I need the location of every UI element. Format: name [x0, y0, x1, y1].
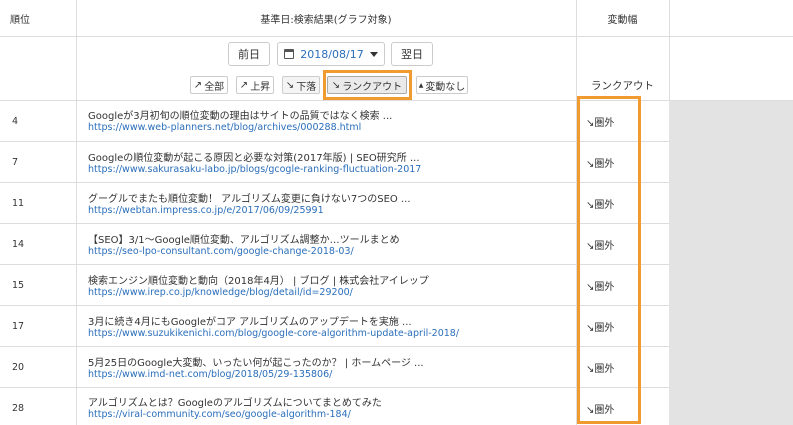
result-url[interactable]: https://www.irep.co.jp/knowledge/blog/de… [88, 287, 353, 298]
table-row: 11 グーグルでまたも順位変動！ アルゴリズム変更に負けない7つのSEO ...… [0, 182, 669, 223]
result-title: Googleが3月初旬の順位変動の理由はサイトの品質ではなく検索 ... [88, 111, 393, 122]
table-row: 14 【SEO】3/1〜Google順位変動、アルゴリズム調整か…ツールまとめ … [0, 223, 669, 264]
rankout-highlight-box [323, 70, 412, 100]
header-base-date: 基準日:検索結果(グラフ対象) [260, 14, 392, 26]
empty-area [669, 100, 793, 425]
result-title: 3月に続き4月にもGoogleがコア アルゴリズムのアップデートを実施 ... [88, 317, 412, 328]
header-rank: 順位 [10, 14, 30, 26]
calendar-icon [284, 49, 295, 59]
change-column-highlight-box [577, 96, 641, 424]
filter-label: 全部 [204, 81, 225, 93]
rank-value: 20 [12, 362, 25, 373]
filter-label: 変動なし [425, 81, 466, 93]
date-value: 2018/08/17 [300, 47, 364, 61]
result-url[interactable]: https://viral-community.com/seo/google-a… [88, 409, 351, 420]
change-mode-label: ランクアウト [591, 80, 654, 92]
result-url[interactable]: https://www.imd-net.com/blog/2018/05/29-… [88, 369, 332, 380]
filter-up-button[interactable]: ↗ 上昇 [236, 76, 274, 94]
filter-all-button[interactable]: ↗ 全部 [190, 76, 228, 94]
arrow-up-right-icon: ↗ [239, 79, 249, 91]
rank-value: 17 [12, 321, 25, 332]
next-day-button[interactable]: 翌日 [391, 42, 433, 66]
result-url[interactable]: https://www.web-planners.net/blog/archiv… [88, 122, 361, 133]
table-row: 28 アルゴリズムとは？Googleのアルゴリズムについてまとめてみた http… [0, 387, 669, 425]
table-row: 20 5月25日のGoogle大変動、いったい何が起こったのか？ | ホームペー… [0, 346, 669, 387]
rank-value: 14 [12, 239, 25, 250]
arrow-up-right-icon: ↗ [193, 79, 203, 91]
rank-value: 28 [12, 403, 25, 414]
result-url[interactable]: https://www.sakurasaku-labo.jp/blogs/gco… [88, 164, 421, 175]
rank-value: 4 [12, 116, 19, 127]
table-row: 7 Googleの順位変動が起こる原因と必要な対策(2017年版) | SEO研… [0, 141, 669, 182]
filter-down-button[interactable]: ↘ 下落 [282, 76, 320, 94]
filter-label: 下落 [296, 81, 317, 93]
result-title: 【SEO】3/1〜Google順位変動、アルゴリズム調整か…ツールまとめ [88, 235, 400, 246]
filter-label: 上昇 [250, 81, 271, 93]
date-picker-button[interactable]: 2018/08/17 [277, 42, 385, 66]
result-title: アルゴリズムとは？Googleのアルゴリズムについてまとめてみた [88, 398, 382, 409]
arrow-down-right-icon: ↘ [285, 79, 295, 91]
result-url[interactable]: https://www.suzukikenichi.com/blog/googl… [88, 328, 459, 339]
table-row: 4 Googleが3月初旬の順位変動の理由はサイトの品質ではなく検索 ... h… [0, 100, 669, 141]
result-title: グーグルでまたも順位変動！ アルゴリズム変更に負けない7つのSEO ... [88, 194, 411, 205]
table-row: 17 3月に続き4月にもGoogleがコア アルゴリズムのアップデートを実施 .… [0, 305, 669, 346]
rank-value: 15 [12, 280, 25, 291]
column-divider [669, 0, 670, 100]
triangle-up-icon: ▲ [418, 81, 424, 89]
result-url[interactable]: https://seo-lpo-consultant.com/google-ch… [88, 246, 354, 257]
result-title: 検索エンジン順位変動と動向（2018年4月） | ブログ | 株式会社アイレップ [88, 276, 429, 287]
prev-day-button[interactable]: 前日 [228, 42, 270, 66]
result-url[interactable]: https://webtan.impress.co.jp/e/2017/06/0… [88, 205, 324, 216]
caret-down-icon [369, 51, 378, 57]
result-title: Googleの順位変動が起こる原因と必要な対策(2017年版) | SEO研究所… [88, 153, 420, 164]
rank-value: 11 [12, 198, 25, 209]
filter-nochange-button[interactable]: ▲ 変動なし [416, 76, 468, 94]
rank-value: 7 [12, 157, 19, 168]
row-divider [0, 36, 793, 37]
header-change: 変動幅 [607, 14, 638, 26]
table-row: 15 検索エンジン順位変動と動向（2018年4月） | ブログ | 株式会社アイ… [0, 264, 669, 305]
result-title: 5月25日のGoogle大変動、いったい何が起こったのか？ | ホームページ .… [88, 358, 424, 369]
